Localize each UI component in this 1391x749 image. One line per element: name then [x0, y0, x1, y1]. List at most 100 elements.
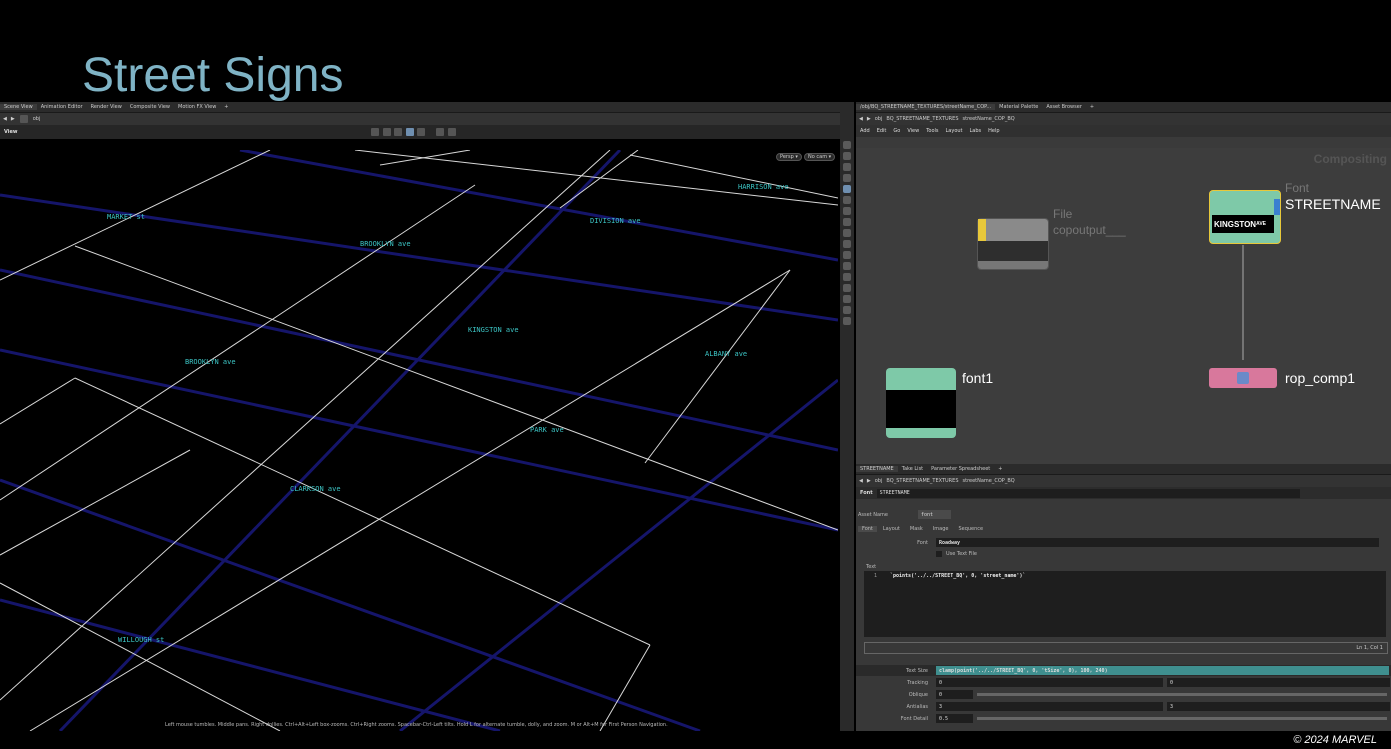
brush-icon[interactable]: [843, 240, 851, 248]
3d-viewport[interactable]: Persp ▾ No cam ▾ MARKET st HARRISON ave …: [0, 150, 838, 731]
view-menu[interactable]: View: [4, 129, 18, 135]
text-editor[interactable]: 1 `points('../../STREET_BQ', 0, 'street_…: [864, 571, 1386, 637]
tracking-x-field[interactable]: 0: [936, 678, 1163, 687]
font-streetname-node[interactable]: KINGSTON AVE: [1209, 190, 1281, 244]
menu-view[interactable]: View: [907, 128, 919, 134]
street-label: WILLOUGH st: [118, 636, 165, 644]
tool-shelf: [840, 102, 854, 731]
font-detail-field[interactable]: 0.5: [936, 714, 973, 723]
menu-layout[interactable]: Layout: [946, 128, 963, 134]
tracking-y-field[interactable]: 0: [1167, 678, 1390, 687]
tab-parameter-spreadsheet[interactable]: Parameter Spreadsheet: [927, 466, 994, 472]
path-item[interactable]: streetName_COP_BQ: [963, 478, 1015, 484]
wireframe-icon[interactable]: [843, 295, 851, 303]
snap-tool-icon[interactable]: [843, 262, 851, 270]
tab-take-list[interactable]: Take List: [898, 466, 927, 472]
select-icon[interactable]: [382, 128, 391, 136]
tab-asset-browser[interactable]: Asset Browser: [1042, 104, 1086, 110]
pose-tool-icon[interactable]: [843, 196, 851, 204]
tab-animation-editor[interactable]: Animation Editor: [37, 104, 87, 110]
back-arrow-icon[interactable]: ◀: [859, 116, 863, 122]
network-canvas[interactable]: Compositing File copoutput___ KINGSTON AV…: [856, 148, 1391, 464]
menu-add[interactable]: Add: [860, 128, 870, 134]
ghost-icon[interactable]: [435, 128, 444, 136]
antialias-label: Antialias: [906, 703, 928, 710]
tab-mask[interactable]: Mask: [906, 526, 927, 532]
use-text-file-checkbox[interactable]: [936, 550, 942, 557]
scale-tool-icon[interactable]: [843, 174, 851, 182]
path-item[interactable]: obj: [875, 478, 883, 484]
display-icon[interactable]: [405, 128, 414, 136]
menu-edit[interactable]: Edit: [877, 128, 887, 134]
street-label: MARKET st: [107, 213, 145, 221]
back-arrow-icon[interactable]: ◀: [859, 478, 863, 484]
tab-composite-view[interactable]: Composite View: [126, 104, 174, 110]
path-item[interactable]: streetName_COP_BQ: [963, 116, 1015, 122]
add-tab-icon[interactable]: +: [1086, 104, 1098, 110]
handle-tool-icon[interactable]: [843, 185, 851, 193]
rop-comp-node[interactable]: [1209, 368, 1277, 388]
camera-menu[interactable]: No cam ▾: [804, 153, 836, 161]
font-detail-label: Font Detail: [900, 715, 928, 722]
oblique-label: Oblique: [908, 691, 928, 698]
back-arrow-icon[interactable]: ◀: [3, 116, 7, 122]
menu-labs[interactable]: Labs: [970, 128, 982, 134]
camera-icon[interactable]: [447, 128, 456, 136]
street-label: ALBANY ave: [705, 350, 748, 358]
forward-arrow-icon[interactable]: ▶: [867, 478, 871, 484]
antialias-y-field[interactable]: 3: [1167, 702, 1390, 711]
move-tool-icon[interactable]: [843, 152, 851, 160]
menu-go[interactable]: Go: [893, 128, 900, 134]
tab-scene-view[interactable]: Scene View: [0, 104, 37, 110]
tab-material-palette[interactable]: Material Palette: [995, 104, 1042, 110]
select-tool-icon[interactable]: [843, 141, 851, 149]
network-path-bar: ◀ ▶ obj BQ_STREETNAME_TEXTURES streetNam…: [856, 113, 1391, 125]
tab-streetname[interactable]: STREETNAME: [856, 466, 898, 472]
tab-font[interactable]: Font: [858, 525, 877, 532]
tab-image[interactable]: Image: [929, 526, 953, 532]
path-item[interactable]: BQ_STREETNAME_TEXTURES: [886, 116, 958, 122]
forward-arrow-icon[interactable]: ▶: [867, 116, 871, 122]
copyright: © 2024 MARVEL: [1293, 734, 1377, 746]
shaded-icon[interactable]: [843, 306, 851, 314]
forward-arrow-icon[interactable]: ▶: [11, 116, 15, 122]
param-node-header: Font STREETNAME: [856, 487, 1391, 499]
viewer-path[interactable]: obj: [33, 116, 41, 122]
node-name-field[interactable]: STREETNAME: [876, 488, 1300, 498]
street-label: BROOKLYN ave: [360, 240, 411, 248]
path-item[interactable]: obj: [875, 116, 883, 122]
file-node[interactable]: [977, 218, 1049, 270]
antialias-x-field[interactable]: 3: [936, 702, 1163, 711]
persp-menu[interactable]: Persp ▾: [776, 153, 802, 161]
asset-name-dropdown[interactable]: font: [918, 510, 951, 519]
info-icon[interactable]: [843, 317, 851, 325]
text-size-field[interactable]: clamp(point('../../STREET_BQ', 0, 'tSize…: [936, 666, 1389, 675]
font-detail-slider[interactable]: [977, 717, 1387, 720]
rotate-tool-icon[interactable]: [843, 163, 851, 171]
menu-help[interactable]: Help: [988, 128, 999, 134]
snap-icon[interactable]: [371, 128, 379, 136]
oblique-field[interactable]: 0: [936, 690, 973, 699]
tab-render-view[interactable]: Render View: [87, 104, 126, 110]
shading-icon[interactable]: [417, 128, 426, 136]
add-tab-icon[interactable]: +: [994, 466, 1006, 472]
font-field[interactable]: Roadway: [936, 538, 1379, 547]
menu-tools[interactable]: Tools: [926, 128, 938, 134]
use-text-file-row: Use Text File: [936, 548, 977, 559]
font1-node[interactable]: [886, 368, 956, 438]
grid-icon[interactable]: [843, 284, 851, 292]
tab-motion-fx-view[interactable]: Motion FX View: [174, 104, 220, 110]
view-tool-icon[interactable]: [843, 207, 851, 215]
measure-icon[interactable]: [843, 251, 851, 259]
tab-network-path[interactable]: /obj/BQ_STREETNAME_TEXTURES/streetName_C…: [856, 104, 996, 110]
oblique-slider[interactable]: [977, 693, 1387, 696]
path-item[interactable]: BQ_STREETNAME_TEXTURES: [886, 478, 958, 484]
transform-icon[interactable]: [394, 128, 403, 136]
camera-tool-icon[interactable]: [843, 229, 851, 237]
tab-layout[interactable]: Layout: [879, 526, 904, 532]
rop-icon: [1237, 372, 1249, 384]
add-tab-icon[interactable]: +: [220, 104, 232, 110]
light-icon[interactable]: [843, 218, 851, 226]
tab-sequence[interactable]: Sequence: [954, 526, 987, 532]
visibility-icon[interactable]: [843, 273, 851, 281]
